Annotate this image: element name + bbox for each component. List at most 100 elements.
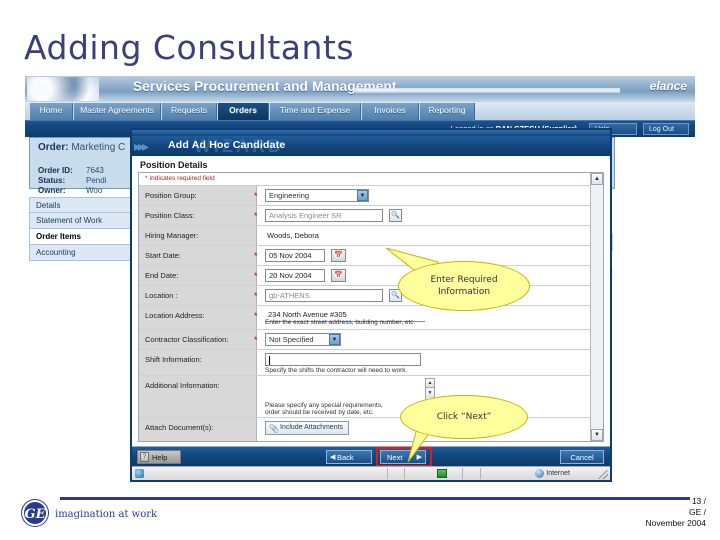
- value-hiring-manager: Woods, Debora: [267, 231, 319, 240]
- sidebar-item-order-items[interactable]: Order Items: [29, 229, 137, 245]
- include-attachments-label: Include Attachments: [280, 424, 344, 431]
- callout-click-next: Click “Next”: [400, 395, 528, 439]
- footer-meta: 13 / GE / November 2004: [646, 496, 706, 529]
- chevron-down-icon[interactable]: ▼: [357, 190, 368, 201]
- label-location-address: Location Address:: [145, 311, 205, 320]
- callout-1-line1: Enter Required: [430, 275, 498, 285]
- label-contractor-classification: Contractor Classification:: [145, 335, 229, 344]
- input-location[interactable]: gb-ATHENS: [265, 289, 383, 302]
- question-mark-icon: ?: [140, 452, 149, 462]
- app-banner: Services Procurement and Management elan…: [25, 76, 695, 102]
- hint-shift-information: Specify the shifts the contractor will n…: [265, 367, 408, 374]
- required-marker-icon: *: [254, 335, 258, 345]
- add-ad-hoc-candidate-dialog: ▸▸▸ WIZARD Add Ad Hoc Candidate Position…: [130, 128, 612, 482]
- required-marker-icon: *: [254, 251, 258, 261]
- cancel-button[interactable]: Cancel: [560, 450, 604, 464]
- order-id-value: 7643: [86, 166, 104, 175]
- dialog-body: Position Details * Indicates required fi…: [132, 156, 610, 446]
- tab-master-agreements[interactable]: Master Agreements: [73, 103, 161, 120]
- order-owner-label: Owner:: [38, 186, 66, 195]
- tab-reporting[interactable]: Reporting: [419, 103, 475, 120]
- input-position-class[interactable]: Analysis Engineer SR: [265, 209, 383, 222]
- label-shift-information: Shift Information:: [145, 355, 202, 364]
- dialog-button-bar: ? Help ◀ Back Next ▶ Cancel: [132, 446, 610, 467]
- input-end-date[interactable]: 20 Nov 2004: [265, 269, 325, 282]
- logout-button[interactable]: Log Out: [643, 123, 689, 135]
- label-hiring-manager: Hiring Manager:: [145, 231, 199, 240]
- required-marker-icon: *: [254, 311, 258, 321]
- required-marker-icon: *: [254, 211, 258, 221]
- back-button[interactable]: ◀ Back: [326, 450, 372, 464]
- textarea-additional-information[interactable]: [265, 378, 435, 404]
- sidebar-item-statement-of-work[interactable]: Statement of Work: [29, 213, 137, 229]
- hint-additional-information-line2: order should be received by date, etc.: [265, 409, 374, 416]
- form-row-attach-documents: Attach Document(s): 📎 Include Attachment…: [139, 418, 603, 440]
- form-row-hiring-manager: Hiring Manager: Woods, Debora: [139, 226, 603, 246]
- status-zone: Internet: [535, 468, 570, 479]
- form-row-location-address: Location Address: * 234 North Avenue #30…: [139, 306, 603, 330]
- scroll-up-icon[interactable]: ▲: [426, 379, 434, 388]
- form-scrollbar[interactable]: ▲ ▼: [590, 173, 603, 441]
- label-position-class: Position Class:: [145, 211, 195, 220]
- calendar-icon[interactable]: 📅: [331, 269, 346, 282]
- banner-graphic-icon: [27, 77, 99, 101]
- callout-2-line1: Click “Next”: [436, 412, 492, 422]
- label-attach-documents: Attach Document(s):: [145, 423, 214, 432]
- required-field-note: * Indicates required field: [145, 175, 215, 182]
- select-position-group[interactable]: Engineering: [265, 189, 369, 202]
- required-marker-icon: *: [254, 291, 258, 301]
- section-heading: Position Details: [140, 160, 208, 170]
- ge-logo: GE: [22, 500, 48, 526]
- form-row-position-class: Position Class: * Analysis Engineer SR 🔍: [139, 206, 603, 226]
- paperclip-icon: 📎: [269, 424, 279, 433]
- order-status-value: Pendi: [86, 176, 107, 185]
- include-attachments-button[interactable]: 📎 Include Attachments: [265, 421, 350, 435]
- callout-1-line2: Information: [437, 287, 491, 297]
- form-row-position-group: Position Group: * Engineering ▼: [139, 186, 603, 206]
- tab-time-and-expense[interactable]: Time and Expense: [269, 103, 361, 120]
- security-icon: [437, 469, 447, 478]
- calendar-icon[interactable]: 📅: [331, 249, 346, 262]
- required-marker-icon: *: [254, 271, 258, 281]
- tab-requests[interactable]: Requests: [161, 103, 217, 120]
- tab-invoices[interactable]: Invoices: [361, 103, 419, 120]
- text-cursor-icon: [269, 356, 270, 365]
- order-meta-list: Order ID: 7643 Status: Pendi Owner: Woo: [38, 166, 106, 196]
- label-position-group: Position Group:: [145, 191, 197, 200]
- order-heading-value: Marketing C: [71, 142, 126, 153]
- order-meta-row: Order ID: 7643: [38, 166, 106, 176]
- sidebar-item-accounting[interactable]: Accounting: [29, 245, 137, 261]
- order-id-label: Order ID:: [38, 166, 73, 175]
- resize-grip-icon[interactable]: [598, 470, 608, 479]
- status-divider: [387, 468, 388, 479]
- chevron-left-icon: ◀: [330, 454, 336, 461]
- browser-status-bar: Internet: [132, 466, 610, 480]
- primary-nav-tabs: Home Master Agreements Requests Orders T…: [25, 102, 695, 121]
- dialog-title-bar: ▸▸▸ WIZARD Add Ad Hoc Candidate: [132, 136, 610, 156]
- label-start-date: Start Date:: [145, 251, 181, 260]
- chevron-down-icon[interactable]: ▼: [329, 334, 340, 345]
- page-icon: [135, 469, 144, 478]
- dialog-help-button[interactable]: ? Help: [137, 450, 181, 464]
- status-zone-label: Internet: [546, 470, 570, 477]
- scroll-up-icon[interactable]: ▲: [591, 173, 603, 185]
- tab-home[interactable]: Home: [29, 103, 73, 120]
- back-label: Back: [337, 453, 354, 462]
- tab-orders[interactable]: Orders: [217, 103, 269, 120]
- form-row-contractor-classification: Contractor Classification: * Not Specifi…: [139, 330, 603, 350]
- input-start-date[interactable]: 05 Nov 2004: [265, 249, 325, 262]
- page-title: Adding Consultants: [24, 28, 355, 67]
- footer-divider: [60, 497, 690, 500]
- form-row-start-date: Start Date: * 05 Nov 2004 📅: [139, 246, 603, 266]
- footer-page-number: 13 /: [691, 496, 706, 506]
- search-icon[interactable]: 🔍: [389, 209, 402, 222]
- application-screenshot: Services Procurement and Management elan…: [25, 76, 695, 496]
- scroll-down-icon[interactable]: ▼: [591, 429, 603, 441]
- sidebar-item-details[interactable]: Details: [29, 197, 137, 213]
- ge-tagline: imagination at work: [55, 509, 158, 520]
- form-row-additional-information: Additional Information: ▲ ▼ Please speci…: [139, 376, 603, 418]
- input-shift-information[interactable]: [265, 353, 421, 366]
- required-marker-icon: *: [254, 191, 258, 201]
- status-divider: [462, 468, 463, 479]
- brand-logo: elance: [649, 79, 687, 93]
